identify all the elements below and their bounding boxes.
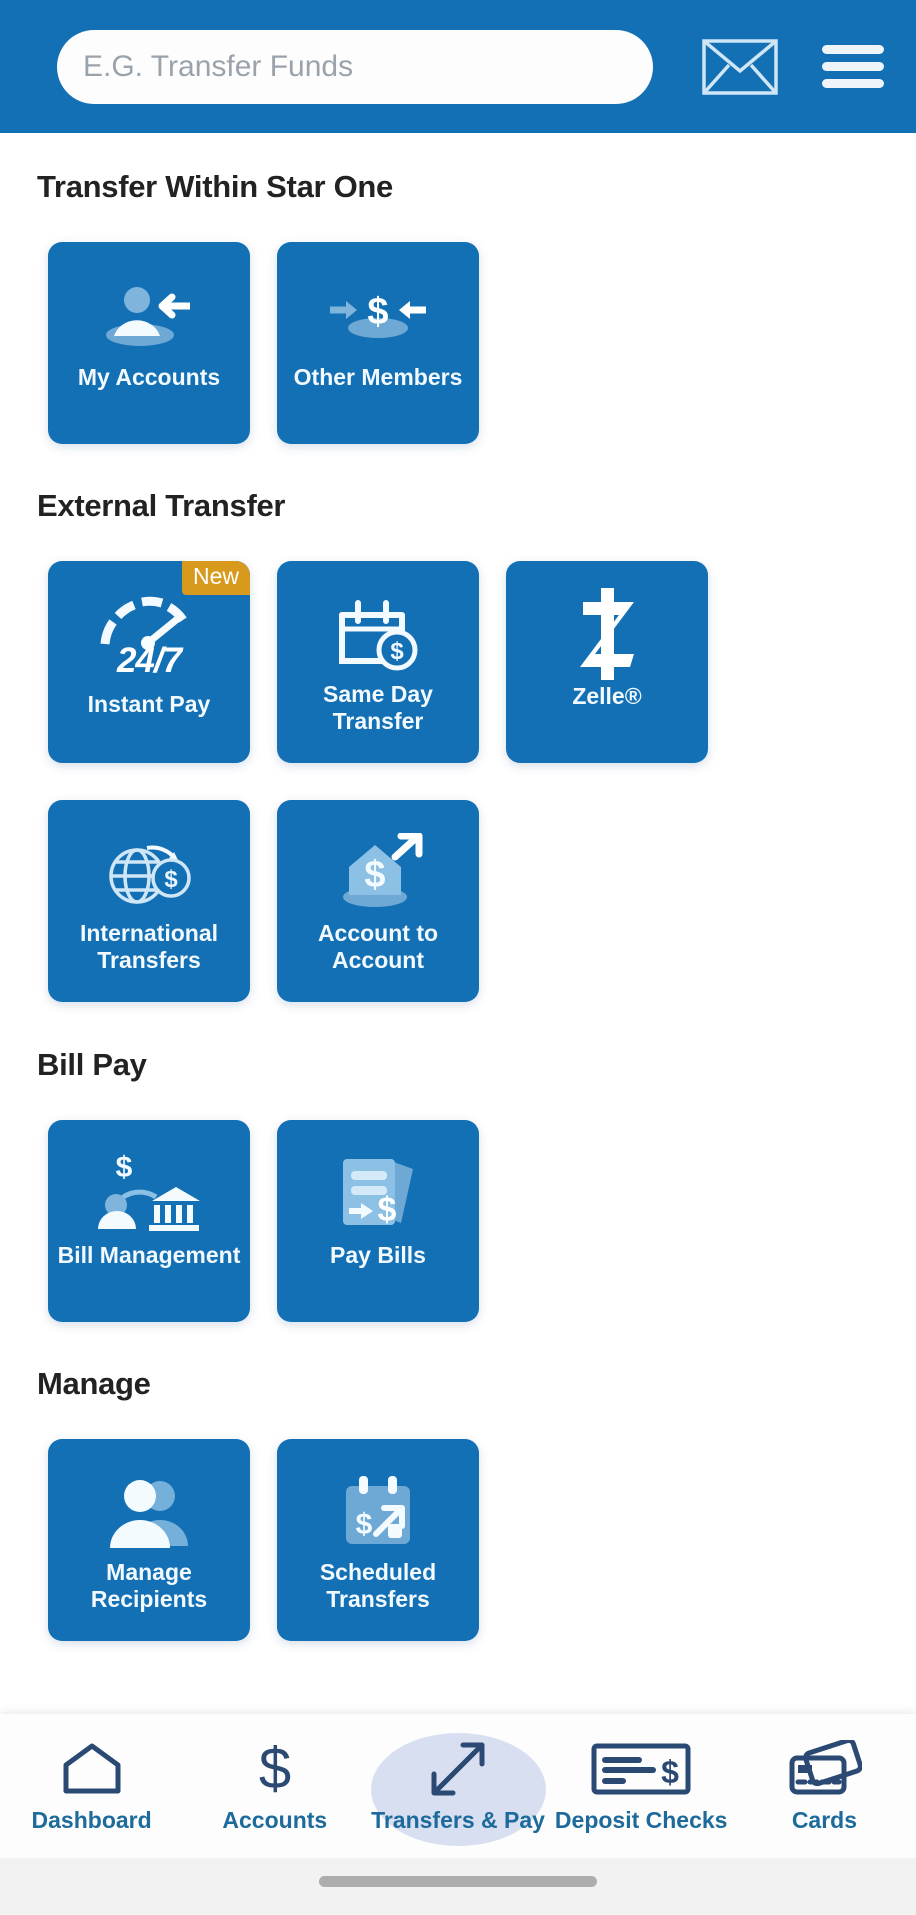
section-external-transfer: External Transfer New 24/7 Instant Pay $… [0, 444, 916, 1002]
diagonal-arrows-icon [429, 1738, 487, 1800]
zelle-logo-icon [572, 588, 642, 680]
nav-item-dashboard[interactable]: Dashboard [0, 1714, 183, 1858]
search-input[interactable] [83, 49, 627, 84]
new-badge: New [181, 561, 250, 595]
section-title: Manage [37, 1366, 151, 1401]
svg-text:$: $ [259, 1740, 291, 1798]
tile-label: Other Members [293, 364, 463, 390]
person-arrow-left-icon [102, 276, 196, 354]
check-icon: $ [591, 1738, 691, 1800]
hamburger-bar-1 [822, 45, 885, 54]
home-indicator[interactable] [319, 1876, 597, 1887]
tile-manage-recipients[interactable]: Manage Recipients [48, 1439, 250, 1641]
tile-other-members[interactable]: $ Other Members [277, 242, 479, 444]
tile-label: Same Day Transfer [323, 681, 433, 735]
svg-text:$: $ [116, 1153, 133, 1184]
tile-label: Instant Pay [87, 691, 211, 717]
svg-text:$: $ [390, 638, 404, 665]
main-content: Transfer Within Star One My Accounts $ O… [0, 133, 916, 1714]
tile-pay-bills[interactable]: $ Pay Bills [277, 1120, 479, 1322]
svg-text:$: $ [661, 1754, 679, 1790]
search-box[interactable] [57, 29, 653, 104]
nav-item-deposit-checks[interactable]: $ Deposit Checks [550, 1714, 733, 1858]
instant-pay-24-7-text: 24/7 [116, 641, 182, 680]
dollar-arrows-icon: $ [318, 276, 438, 354]
person-to-bank-icon: $ [94, 1153, 204, 1232]
tile-label: Manage Recipients [90, 1559, 208, 1613]
tile-row: New 24/7 Instant Pay $ Same Day Transfer… [37, 524, 916, 763]
nav-label: Transfers & Pay [371, 1807, 545, 1833]
bottom-navigation: Dashboard $ Accounts Transfers & Pay $ D… [0, 1714, 916, 1858]
section-manage: Manage Manage Recipients $ Scheduled Tra… [0, 1322, 916, 1641]
section-transfer-within-star-one: Transfer Within Star One My Accounts $ O… [0, 133, 916, 444]
home-indicator-strip [0, 1858, 916, 1915]
svg-text:$: $ [364, 854, 385, 896]
tile-scheduled-transfers[interactable]: $ Scheduled Transfers [277, 1439, 479, 1641]
nav-item-transfers-and-pay[interactable]: Transfers & Pay [366, 1714, 549, 1858]
globe-dollar-icon: $ [101, 834, 197, 912]
svg-text:$: $ [164, 866, 178, 893]
speedometer-icon [95, 595, 203, 650]
section-title: Transfer Within Star One [37, 169, 393, 204]
tile-label: Zelle® [572, 683, 642, 709]
hamburger-menu-icon[interactable] [816, 37, 890, 96]
nav-label: Cards [791, 1807, 858, 1833]
section-title: External Transfer [37, 488, 286, 523]
nav-item-accounts[interactable]: $ Accounts [183, 1714, 366, 1858]
home-icon [62, 1738, 122, 1800]
tile-instant-pay[interactable]: New 24/7 Instant Pay [48, 561, 250, 763]
tile-row: Manage Recipients $ Scheduled Transfers [37, 1402, 916, 1641]
tile-label: Account to Account [317, 920, 439, 974]
section-bill-pay: Bill Pay $ Bill Management $ Pay Bills [0, 1002, 916, 1322]
nav-label: Deposit Checks [554, 1807, 728, 1833]
svg-text:$: $ [367, 291, 388, 333]
section-title: Bill Pay [37, 1047, 147, 1082]
tile-my-accounts[interactable]: My Accounts [48, 242, 250, 444]
people-group-icon [104, 1473, 194, 1551]
envelope-icon[interactable] [693, 38, 786, 95]
tile-label: Pay Bills [330, 1242, 426, 1268]
svg-text:$: $ [356, 1508, 373, 1541]
tile-row: $ International Transfers $ Account to A… [37, 763, 916, 1002]
tile-row: My Accounts $ Other Members [37, 205, 916, 444]
app-header [0, 0, 916, 133]
bank-arrow-up-icon: $ [331, 833, 425, 912]
tile-account-to-account[interactable]: $ Account to Account [277, 800, 479, 1002]
tile-label: International Transfers [79, 920, 218, 974]
tile-international-transfers[interactable]: $ International Transfers [48, 800, 250, 1002]
tile-row: $ Bill Management $ Pay Bills [37, 1083, 916, 1322]
tile-bill-management[interactable]: $ Bill Management [48, 1120, 250, 1322]
nav-label: Accounts [222, 1807, 328, 1833]
documents-dollar-icon: $ [335, 1154, 421, 1232]
nav-item-cards[interactable]: Cards [733, 1714, 916, 1858]
hamburger-bar-2 [822, 62, 885, 71]
tile-same-day-transfer[interactable]: $ Same Day Transfer [277, 561, 479, 763]
hamburger-bar-3 [822, 79, 885, 88]
calendar-dollar-icon: $ [336, 595, 420, 673]
credit-cards-icon [786, 1738, 863, 1800]
nav-label: Dashboard [31, 1807, 152, 1833]
tile-label: Scheduled Transfers [319, 1559, 437, 1613]
svg-text:$: $ [378, 1191, 397, 1229]
tile-label: My Accounts [77, 364, 221, 390]
calendar-arrow-icon: $ [338, 1473, 418, 1551]
dollar-sign-icon: $ [251, 1738, 299, 1800]
tile-label: Bill Management [57, 1242, 241, 1268]
tile-zelle[interactable]: Zelle® [506, 561, 708, 763]
